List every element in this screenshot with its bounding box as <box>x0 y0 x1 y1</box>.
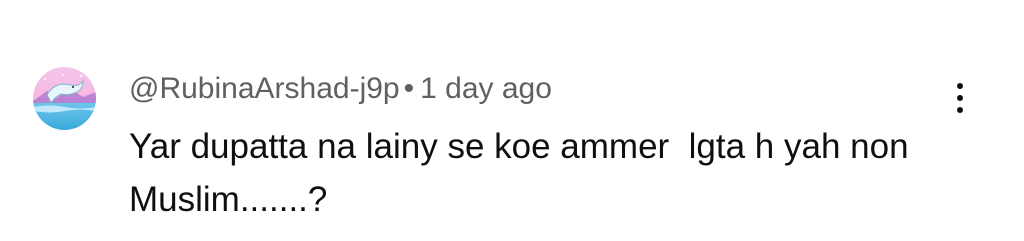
more-vertical-icon-dot <box>957 95 963 101</box>
comment-meta: @RubinaArshad-j9p • 1 day ago <box>129 70 552 108</box>
comment-text-line-1: Yar dupatta na lainy se koe ammer lgta h… <box>129 127 909 166</box>
more-vertical-icon-dot <box>957 107 963 113</box>
dolphin-avatar-icon <box>33 67 96 130</box>
comment-timestamp[interactable]: 1 day ago <box>420 72 552 105</box>
more-options-button[interactable] <box>945 78 975 118</box>
comment-text: Yar dupatta na lainy se koe ammer lgta h… <box>129 120 979 226</box>
comment-item: @RubinaArshad-j9p • 1 day ago Yar dupatta … <box>0 0 1024 241</box>
meta-separator: • <box>403 72 415 105</box>
comment-text-line-2: Muslim.......? <box>129 180 328 219</box>
avatar[interactable] <box>33 67 96 130</box>
author-name[interactable]: @RubinaArshad-j9p <box>129 72 400 105</box>
more-vertical-icon <box>957 83 963 89</box>
